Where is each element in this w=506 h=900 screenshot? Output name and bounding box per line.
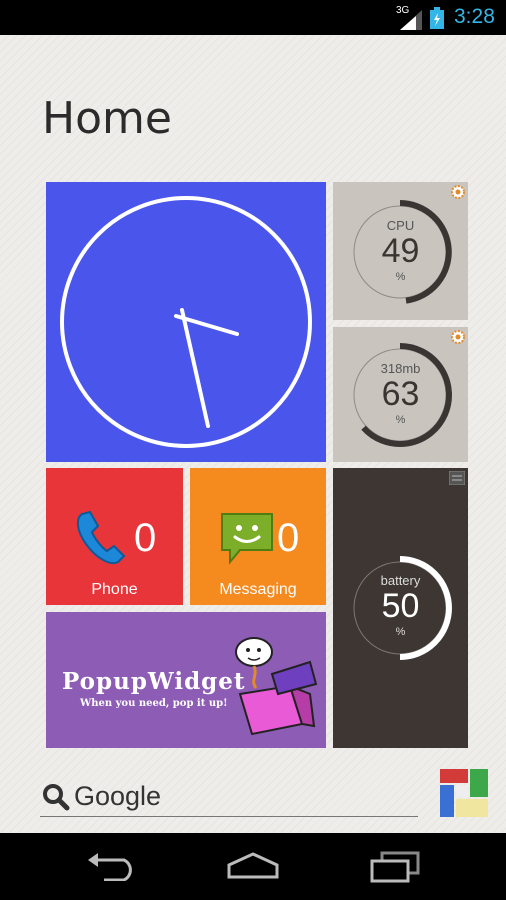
status-bar: 3G 3:28 [0, 0, 506, 35]
battery-value: 50 [381, 587, 420, 625]
messaging-count: 0 [277, 516, 300, 560]
messaging-tile[interactable]: 0 Messaging [190, 468, 326, 605]
memory-unit: % [395, 414, 406, 426]
memory-label: 318mb [380, 361, 421, 376]
page-title: Home [42, 93, 172, 144]
phone-tile[interactable]: 0 Phone [46, 468, 183, 605]
battery-label: battery [380, 573, 421, 588]
recents-icon[interactable] [370, 851, 420, 883]
navigation-bar [0, 833, 506, 900]
clock-tile[interactable] [46, 182, 326, 462]
popup-box-mascot-icon [235, 637, 318, 736]
cpu-gauge-tile[interactable]: CPU 49 % [333, 182, 468, 320]
back-icon[interactable] [86, 851, 138, 881]
phone-handset-icon [76, 510, 126, 564]
smiley-message-icon [221, 513, 273, 565]
battery-gauge-tile[interactable]: battery 50 % [333, 468, 468, 748]
phone-label: Phone [91, 581, 138, 598]
status-time: 3:28 [454, 5, 495, 28]
google-search-bar[interactable]: Google [40, 777, 418, 817]
launcher-menu-icon[interactable] [438, 767, 490, 819]
analog-clock-icon [60, 196, 312, 448]
promo-tagline: When you need, pop it up! [80, 698, 228, 709]
messaging-label: Messaging [219, 581, 297, 598]
cpu-label: CPU [386, 218, 415, 233]
memory-gauge-tile[interactable]: 318mb 63 % [333, 327, 468, 462]
phone-count: 0 [134, 516, 157, 560]
home-icon[interactable] [226, 851, 280, 881]
cpu-unit: % [395, 271, 406, 283]
promo-title: PopupWidget [62, 668, 246, 695]
search-icon [43, 784, 70, 811]
home-screen: Home CPU 49 % 318mb 63 % 0 Phone 0 Messa… [0, 35, 506, 833]
battery-charging-icon [430, 7, 444, 29]
search-label: Google [74, 781, 162, 811]
memory-value: 63 [381, 375, 420, 413]
battery-unit: % [395, 626, 406, 638]
cpu-value: 49 [381, 232, 420, 270]
signal-icon [400, 10, 422, 30]
popupwidget-promo-tile[interactable]: PopupWidget When you need, pop it up! [46, 612, 326, 748]
